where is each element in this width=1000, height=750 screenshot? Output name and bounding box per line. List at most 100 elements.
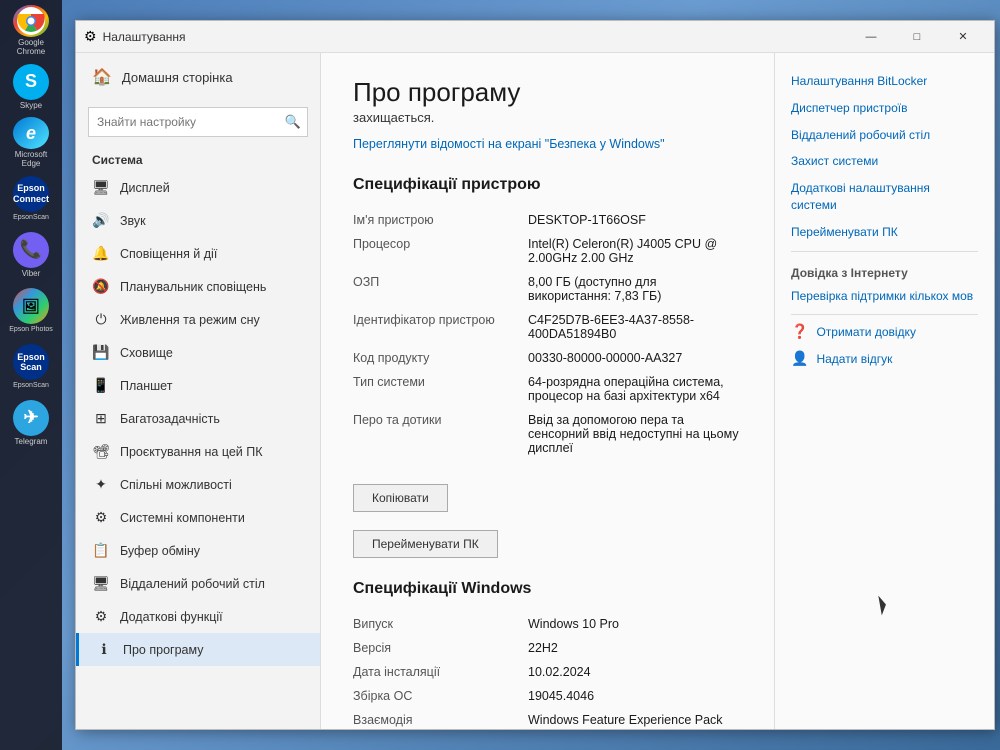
sidebar-item-display[interactable]: 🖥 Дисплей <box>76 171 320 204</box>
feedback-icon: 👤 <box>791 350 808 367</box>
right-panel-divider2 <box>791 314 978 315</box>
spec-value-ram: 8,00 ГБ (доступно для використання: 7,83… <box>528 275 742 303</box>
sidebar-item-about[interactable]: ℹ Про програму <box>76 633 320 666</box>
sidebar-item-multitask[interactable]: ⊞ Багатозадачність <box>76 402 320 435</box>
spec-label-system-type: Тип системи <box>353 375 528 403</box>
photos-icon: 🖼 <box>13 288 49 324</box>
close-button[interactable]: ✕ <box>940 21 986 53</box>
chrome-icon <box>13 5 49 37</box>
sidebar-item-focus[interactable]: 🔕 Планувальник сповіщень <box>76 270 320 303</box>
taskbar-icon-chrome[interactable]: Google Chrome <box>5 5 57 57</box>
spec-value-cpu: Intel(R) Celeron(R) J4005 CPU @ 2.00GHz … <box>528 237 742 265</box>
sidebar-item-sound[interactable]: 🔊 Звук <box>76 204 320 237</box>
photos-label: Epson Photos <box>9 326 53 334</box>
spec-value-install-date: 10.02.2024 <box>528 665 742 679</box>
spec-label-cpu: Процесор <box>353 237 528 265</box>
clipboard-icon: 📋 <box>92 542 110 559</box>
taskbar-icon-viber[interactable]: 📞 Viber <box>5 229 57 281</box>
sidebar-item-focus-label: Планувальник сповіщень <box>120 280 266 294</box>
spec-row-edition: Випуск Windows 10 Pro <box>353 612 742 636</box>
help-icon: ❓ <box>791 323 808 340</box>
right-link-system-protection[interactable]: Захист системи <box>791 153 978 170</box>
taskbar-icon-photos[interactable]: 🖼 Epson Photos <box>5 285 57 337</box>
page-title: Про програму <box>353 77 742 108</box>
chrome-label: Google Chrome <box>5 39 57 57</box>
sidebar-item-storage[interactable]: 💾 Сховище <box>76 336 320 369</box>
telegram-label: Telegram <box>15 438 48 447</box>
sidebar-home-label: Домашня сторінка <box>122 70 233 85</box>
spec-row-product-code: Код продукту 00330-80000-00000-AA327 <box>353 346 742 370</box>
spec-row-install-date: Дата інсталяції 10.02.2024 <box>353 660 742 684</box>
spec-row-pen: Перо та дотики Ввід за допомогою пера та… <box>353 408 742 460</box>
spec-label-pen: Перо та дотики <box>353 413 528 455</box>
get-help-action[interactable]: ❓ Отримати довідку <box>791 323 978 340</box>
window-body: 🏠 Домашня сторінка 🔍 Система 🖥 Дисплей 🔊… <box>76 53 994 729</box>
device-specs-title: Специфікації пристрою <box>353 176 742 194</box>
right-link-advanced-system[interactable]: Додаткові налаштування системи <box>791 180 978 214</box>
right-link-bitlocker[interactable]: Налаштування BitLocker <box>791 73 978 90</box>
minimize-button[interactable]: — <box>848 21 894 53</box>
sidebar-item-notifications[interactable]: 🔔 Сповіщення й дії <box>76 237 320 270</box>
edge-label: Microsoft Edge <box>5 151 57 169</box>
sidebar-item-components[interactable]: ⚙ Системні компоненти <box>76 501 320 534</box>
epsonscan-icon: EpsonScan <box>13 344 49 380</box>
additional-icon: ⚙ <box>92 608 110 625</box>
sidebar-item-power[interactable]: ⏻ Живлення та режим сну <box>76 303 320 336</box>
projection-icon: 📽 <box>92 443 110 460</box>
spec-label-device-id: Ідентифікатор пристрою <box>353 313 528 341</box>
spec-row-system-type: Тип системи 64-розрядна операційна систе… <box>353 370 742 408</box>
sidebar-item-sound-label: Звук <box>120 214 146 228</box>
focus-icon: 🔕 <box>92 278 110 295</box>
sidebar-item-components-label: Системні компоненти <box>120 511 245 525</box>
get-help-label: Отримати довідку <box>816 325 916 339</box>
spec-label-ram: ОЗП <box>353 275 528 303</box>
device-specs-table: Ім'я пристрою DESKTOP-1T66OSF Процесор I… <box>353 208 742 460</box>
notifications-icon: 🔔 <box>92 245 110 262</box>
feedback-label: Надати відгук <box>816 352 892 366</box>
sidebar-item-tablet[interactable]: 📱 Планшет <box>76 369 320 402</box>
desktop: Google Chrome S Skype e Microsoft Edge E… <box>0 0 1000 750</box>
taskbar-icon-epsonscan[interactable]: EpsonScan EpsonScan <box>5 341 57 393</box>
multitask-icon: ⊞ <box>92 410 110 427</box>
taskbar-icon-epson-connect[interactable]: EpsonConnect EpsonScan <box>5 173 57 225</box>
sidebar-item-clipboard[interactable]: 📋 Буфер обміну <box>76 534 320 567</box>
sidebar-home[interactable]: 🏠 Домашня сторінка <box>76 53 320 101</box>
right-link-language[interactable]: Перевірка підтримки кількох мов <box>791 288 978 305</box>
sidebar-item-shared[interactable]: ✦ Спільні можливості <box>76 468 320 501</box>
taskbar-icon-edge[interactable]: e Microsoft Edge <box>5 117 57 169</box>
spec-label-experience: Взаємодія <box>353 713 528 729</box>
right-link-device-manager[interactable]: Диспетчер пристроїв <box>791 100 978 117</box>
spec-label-name: Ім'я пристрою <box>353 213 528 227</box>
search-button[interactable]: 🔍 <box>279 108 307 136</box>
skype-label: Skype <box>20 102 42 111</box>
page-subtitle: захищається. <box>353 110 742 125</box>
sidebar-item-multitask-label: Багатозадачність <box>120 412 220 426</box>
maximize-button[interactable]: □ <box>894 21 940 53</box>
spec-label-edition: Випуск <box>353 617 528 631</box>
rename-pc-button[interactable]: Перейменувати ПК <box>353 530 498 558</box>
right-link-remote-desktop[interactable]: Віддалений робочий стіл <box>791 127 978 144</box>
search-box: 🔍 <box>88 107 308 137</box>
taskbar-icon-telegram[interactable]: ✈ Telegram <box>5 397 57 449</box>
spec-value-product-code: 00330-80000-00000-AA327 <box>528 351 742 365</box>
right-link-rename-pc[interactable]: Перейменувати ПК <box>791 224 978 241</box>
sidebar-item-projection-label: Проєктування на цей ПК <box>120 445 263 459</box>
sidebar-item-remote[interactable]: 🖥 Віддалений робочий стіл <box>76 567 320 600</box>
epson-connect-label: EpsonScan <box>13 214 49 222</box>
spec-value-os-build: 19045.4046 <box>528 689 742 703</box>
viber-icon: 📞 <box>13 232 49 268</box>
epson-connect-icon: EpsonConnect <box>13 176 49 212</box>
spec-row-version: Версія 22H2 <box>353 636 742 660</box>
security-link[interactable]: Переглянути відомості на екрані "Безпека… <box>353 135 742 154</box>
taskbar-icon-skype[interactable]: S Skype <box>5 61 57 113</box>
sidebar-item-additional[interactable]: ⚙ Додаткові функції <box>76 600 320 633</box>
copy-device-specs-button[interactable]: Копіювати <box>353 484 448 512</box>
spec-row-ram: ОЗП 8,00 ГБ (доступно для використання: … <box>353 270 742 308</box>
windows-specs-table: Випуск Windows 10 Pro Версія 22H2 Дата і… <box>353 612 742 729</box>
search-input[interactable] <box>89 111 279 133</box>
feedback-action[interactable]: 👤 Надати відгук <box>791 350 978 367</box>
remote-icon: 🖥 <box>92 575 110 592</box>
sound-icon: 🔊 <box>92 212 110 229</box>
settings-window: ⚙ Налаштування — □ ✕ 🏠 Домашня сторінка … <box>75 20 995 730</box>
sidebar-item-projection[interactable]: 📽 Проєктування на цей ПК <box>76 435 320 468</box>
